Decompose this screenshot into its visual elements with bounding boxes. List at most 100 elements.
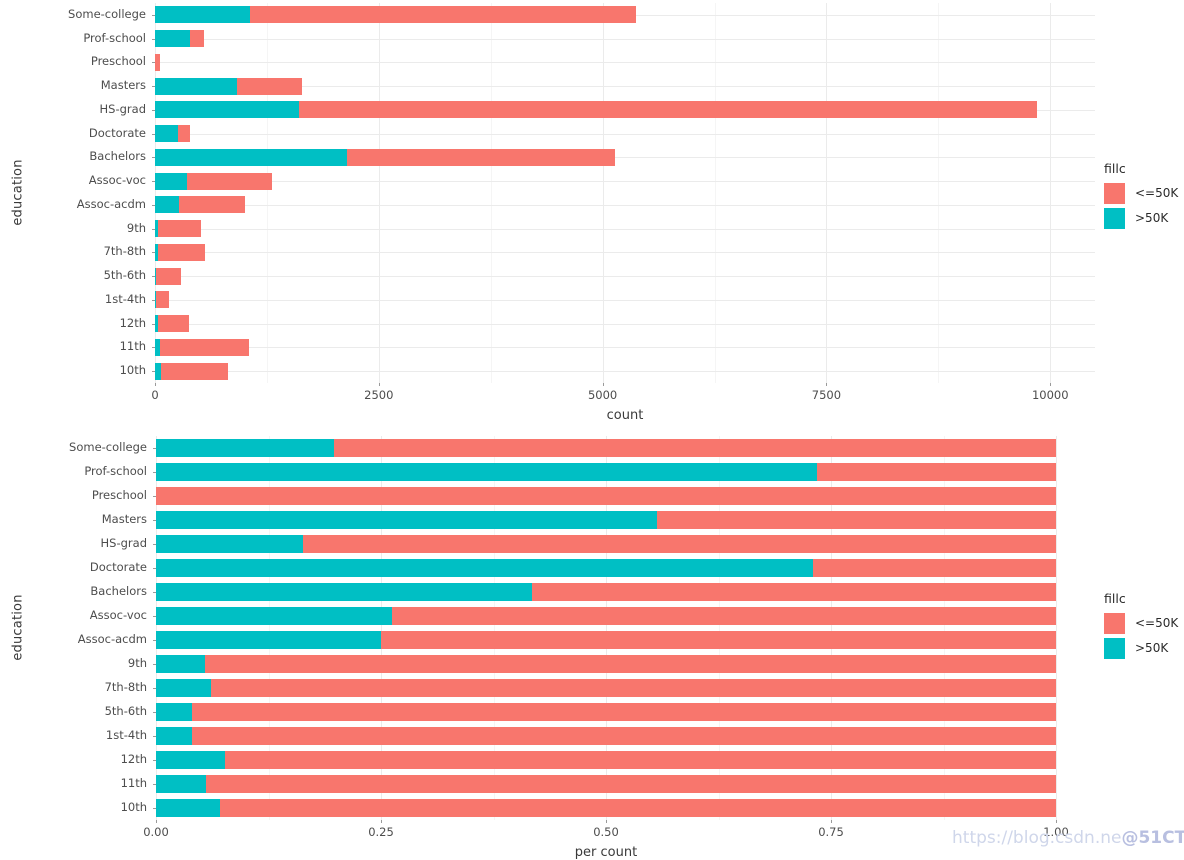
y-tick-label: Preschool [90,54,146,69]
bar-segment-le50k [204,655,1056,673]
y-tick-mark [153,784,156,785]
bar-segment-le50k [155,291,169,309]
y-tick-label: 5th-6th [103,268,146,283]
bar-segment-le50k [192,703,1056,721]
bar-row [156,487,1056,505]
bar-segment-le50k [210,679,1056,697]
bar-segment-le50k [178,125,190,143]
y-tick-mark [152,62,155,64]
y-tick-label: 7th-8th [103,244,146,259]
bar-row [155,30,1095,48]
legend-item[interactable]: >50K [1104,637,1178,659]
x-tick-label: 0 [151,388,159,402]
x-tick-mark [381,820,382,823]
y-tick-mark [153,736,156,737]
bar-segment-gt50k [156,751,226,769]
bar-row [156,751,1056,769]
bar-row [155,53,1095,71]
bar-row [155,77,1095,95]
x-tick-label: 2500 [364,388,394,402]
y-tick-mark [152,276,155,278]
y-tick-label: Doctorate [88,125,146,140]
legend-label: <=50K [1135,186,1179,200]
bar-segment-gt50k [155,125,179,143]
bar-segment-gt50k [156,463,817,481]
bar-row [156,607,1056,625]
legend-item[interactable]: >50K [1104,207,1178,229]
count-chart-y-axis-title: education [10,159,26,226]
y-tick-label: 10th [120,800,147,814]
y-tick-label: Masters [101,512,147,526]
y-tick-mark [153,496,156,497]
y-tick-mark [153,760,156,761]
y-tick-mark [153,640,156,641]
y-tick-mark [153,544,156,545]
y-tick-label: Doctorate [89,560,147,574]
bar-segment-le50k [156,267,181,285]
bar-row [156,463,1056,481]
bar-row [155,362,1095,380]
bar-segment-le50k [391,607,1056,625]
bar-row [156,583,1056,601]
bar-segment-le50k [158,243,205,261]
y-tick-mark [153,688,156,689]
legend-label: <=50K [1135,616,1179,630]
bar-segment-le50k [334,439,1056,457]
y-tick-mark [153,472,156,473]
y-tick-mark [152,181,155,183]
bar-row [156,775,1056,793]
bar-segment-gt50k [156,511,658,529]
y-tick-mark [153,616,156,617]
legend-item[interactable]: <=50K [1104,612,1179,634]
y-tick-mark [152,347,155,349]
y-tick-mark [153,664,156,665]
y-tick-label: 12th [120,752,147,766]
bar-segment-le50k [205,775,1056,793]
y-tick-label: 11th [119,339,146,354]
bar-row [156,799,1056,817]
y-tick-mark [152,204,155,206]
bar-segment-le50k [347,148,615,166]
y-tick-mark [152,371,155,373]
y-tick-label: Prof-school [83,30,146,45]
y-tick-label: Assoc-voc [89,608,147,622]
bar-segment-gt50k [156,727,192,745]
bar-row [156,511,1056,529]
bar-segment-le50k [225,751,1056,769]
y-tick-label: Some-college [69,440,147,454]
bar-segment-gt50k [156,439,335,457]
bar-row [156,703,1056,721]
bar-row [155,291,1095,309]
bar-segment-gt50k [156,583,533,601]
bar-segment-gt50k [155,101,300,119]
y-tick-label: 1st-4th [105,728,147,742]
x-tick-label: 0.25 [368,825,394,839]
y-tick-mark [152,38,155,40]
bar-segment-le50k [532,583,1056,601]
legend-title: fillc [1104,591,1126,606]
y-tick-label: Masters [100,78,146,93]
percent-chart-x-axis-title: per count [574,845,638,860]
y-tick-label: 1st-4th [104,291,146,306]
count-chart: education Some-college Prof-school Prescho… [0,0,1184,424]
bar-segment-gt50k [156,703,192,721]
y-tick-mark [152,133,155,135]
bar-row [156,439,1056,457]
legend-item[interactable]: <=50K [1104,182,1179,204]
bar-segment-le50k [250,6,636,24]
bar-row [156,679,1056,697]
bar-segment-gt50k [156,775,206,793]
y-tick-mark [153,592,156,593]
y-tick-mark [153,808,156,809]
bar-segment-le50k [187,172,272,190]
y-tick-label: Assoc-voc [88,173,146,188]
percent-chart-y-axis-title: education [10,594,26,661]
y-tick-mark [152,228,155,230]
y-tick-mark [152,109,155,111]
bar-segment-le50k [237,77,303,95]
x-tick-label: 10000 [1031,388,1069,402]
y-tick-mark [153,712,156,713]
bar-segment-gt50k [155,148,348,166]
bar-segment-le50k [156,487,1056,505]
y-tick-label: HS-grad [100,536,147,550]
